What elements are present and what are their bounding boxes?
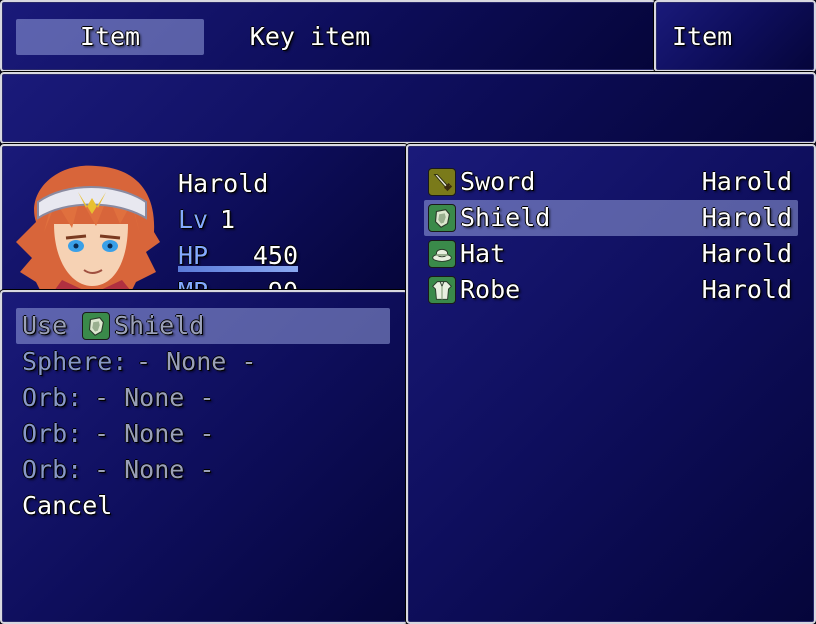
shield-icon xyxy=(428,204,456,232)
actor-level-label: Lv xyxy=(178,205,209,234)
command-window: Item Key item xyxy=(0,0,656,72)
title-label: Item xyxy=(672,22,733,51)
slot-value-orb-2: - None - xyxy=(94,419,215,448)
actor-hp-gauge xyxy=(178,266,298,272)
item-name-hat[interactable]: Hat xyxy=(460,236,505,272)
actor-status-window: Harold Lv 1 HP 450 MP 90 xyxy=(0,144,408,294)
item-owner-sword: Harold xyxy=(701,167,792,196)
item-owner-shield: Harold xyxy=(701,203,792,232)
slot-label-sphere[interactable]: Sphere: xyxy=(22,344,127,380)
item-name-sword[interactable]: Sword xyxy=(460,164,535,200)
cancel-option[interactable]: Cancel xyxy=(22,488,112,524)
slot-label-orb-2[interactable]: Orb: xyxy=(22,416,82,452)
actor-name: Harold xyxy=(178,169,269,198)
item-name-robe[interactable]: Robe xyxy=(460,272,520,308)
command-key-item[interactable]: Key item xyxy=(216,19,404,55)
actor-portrait xyxy=(16,162,160,292)
item-name-shield[interactable]: Shield xyxy=(460,200,550,236)
shield-icon xyxy=(82,312,110,340)
help-window xyxy=(0,72,816,144)
hat-icon xyxy=(428,240,456,268)
slot-value-orb-3: - None - xyxy=(94,455,215,484)
robe-icon xyxy=(428,276,456,304)
slot-label-orb-3[interactable]: Orb: xyxy=(22,452,82,488)
slot-value-sphere: - None - xyxy=(136,347,257,376)
item-owner-hat: Harold xyxy=(701,239,792,268)
item-list-window: Sword Harold Shield Harold Hat Harold Ro… xyxy=(406,144,816,624)
slot-label-orb-1[interactable]: Orb: xyxy=(22,380,82,416)
title-window: Item xyxy=(654,0,816,72)
item-owner-robe: Harold xyxy=(701,275,792,304)
use-item-name: Shield xyxy=(114,311,205,340)
slot-value-orb-1: - None - xyxy=(94,383,215,412)
actor-level: 1 xyxy=(220,205,236,234)
use-label[interactable]: Use xyxy=(22,308,67,344)
command-item[interactable]: Item xyxy=(16,19,204,55)
slot-window: Use Shield Sphere: - None - Orb: - None … xyxy=(0,290,408,624)
sword-icon xyxy=(428,168,456,196)
